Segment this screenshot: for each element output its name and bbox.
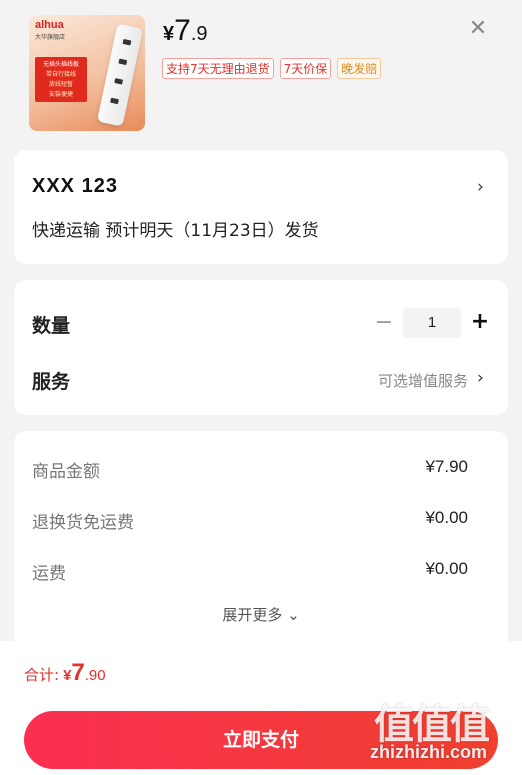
order-options-card: 数量 − 1 + 服务 可选增值服务 › bbox=[14, 280, 508, 415]
service-label: 服务 bbox=[32, 371, 71, 393]
checkout-bar: 合计: ¥7.90 立即支付 bbox=[0, 641, 522, 775]
feature-title: 无插头插线板 bbox=[42, 61, 79, 68]
close-icon[interactable]: ✕ bbox=[466, 17, 490, 41]
feature-line: 放线短暂 bbox=[48, 81, 73, 88]
power-strip-image bbox=[96, 23, 144, 127]
cost-breakdown-card: 商品金额 ¥7.90 退换货免运费 ¥0.00 运费 ¥0.00 展开更多 ⌄ bbox=[14, 431, 508, 651]
cost-label: 商品金额 bbox=[32, 462, 100, 482]
expand-more-label: 展开更多 bbox=[222, 606, 283, 624]
cost-value: ¥7.90 bbox=[425, 457, 468, 476]
cost-row: 退换货免运费 ¥0.00 bbox=[32, 508, 468, 534]
service-option-link[interactable]: 可选增值服务 bbox=[378, 370, 468, 391]
decrement-button[interactable]: − bbox=[374, 309, 394, 337]
price-protect-tag: 7天价保 bbox=[279, 58, 332, 79]
cost-label: 运费 bbox=[32, 564, 66, 584]
chevron-right-icon[interactable]: › bbox=[477, 368, 484, 388]
price-currency: ¥ bbox=[163, 23, 175, 45]
total-label: 合计: bbox=[24, 666, 60, 684]
pay-now-button[interactable]: 立即支付 bbox=[24, 711, 498, 769]
cost-row: 商品金额 ¥7.90 bbox=[32, 457, 468, 483]
product-feature-box: 无插头插线板 带自行接线 放线短暂 安装便捷 bbox=[35, 57, 87, 102]
price-integer: 7 bbox=[174, 14, 191, 47]
chevron-right-icon[interactable]: › bbox=[477, 177, 484, 197]
cost-row: 运费 ¥0.00 bbox=[32, 559, 468, 585]
quantity-input[interactable]: 1 bbox=[403, 308, 461, 338]
late-compensation-tag: 晚发赔 bbox=[337, 58, 382, 79]
expand-more-button[interactable]: 展开更多 ⌄ bbox=[14, 604, 508, 625]
shipping-estimate: 快递运输 预计明天（11月23日）发货 bbox=[32, 221, 319, 241]
feature-line: 带自行接线 bbox=[45, 71, 76, 78]
order-total: 合计: ¥7.90 bbox=[24, 659, 106, 687]
cost-value: ¥0.00 bbox=[425, 559, 468, 578]
total-integer: 7 bbox=[71, 659, 85, 686]
address-card[interactable]: XXX 123 快递运输 预计明天（11月23日）发货 › bbox=[14, 150, 508, 264]
return-policy-tag: 支持7天无理由退货 bbox=[162, 58, 274, 79]
chevron-down-icon: ⌄ bbox=[287, 606, 300, 624]
cost-label: 退换货免运费 bbox=[32, 513, 134, 533]
total-decimal: .90 bbox=[84, 667, 106, 684]
product-thumbnail[interactable]: alhua 大华旗舰店 无插头插线板 带自行接线 放线短暂 安装便捷 bbox=[29, 15, 145, 131]
brand-logo: alhua bbox=[35, 19, 64, 31]
product-price: ¥7.9 bbox=[163, 14, 208, 48]
price-decimal: .9 bbox=[190, 23, 208, 45]
quantity-label: 数量 bbox=[32, 315, 71, 337]
feature-line: 安装便捷 bbox=[48, 91, 73, 98]
recipient-name: XXX 123 bbox=[32, 175, 118, 197]
product-header: alhua 大华旗舰店 无插头插线板 带自行接线 放线短暂 安装便捷 ¥7.9 … bbox=[0, 0, 522, 145]
increment-button[interactable]: + bbox=[469, 307, 491, 337]
brand-store-name: 大华旗舰店 bbox=[35, 34, 66, 41]
cost-value: ¥0.00 bbox=[425, 508, 468, 527]
service-tags: 支持7天无理由退货 7天价保 晚发赔 bbox=[162, 58, 382, 79]
